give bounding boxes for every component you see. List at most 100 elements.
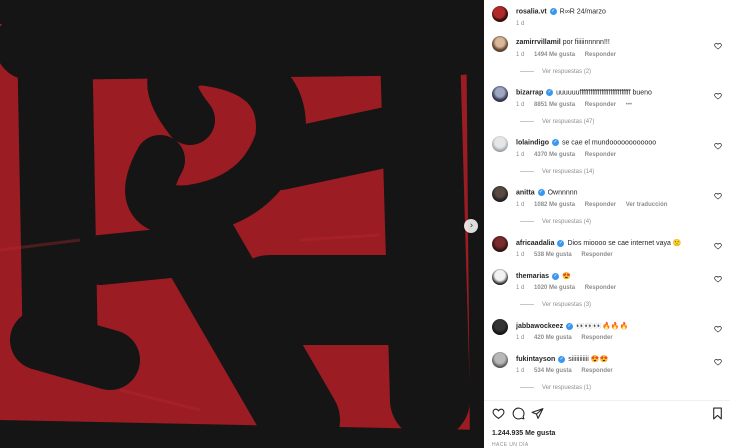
commenter-avatar[interactable] [492,236,508,252]
comment-body: jabbawockeez ✓ 👀👀👀🔥🔥🔥 [516,322,628,330]
commenter-avatar[interactable] [492,36,508,52]
comment-username[interactable]: africaadalia [516,240,555,247]
comment-text: se cae el mundoooooooooooo [561,139,657,147]
post-image[interactable] [0,0,484,448]
comment-time[interactable]: 1 d [516,285,524,291]
comment-time[interactable]: 1 d [516,52,524,58]
comment-likes[interactable]: 8851 Me gusta [534,102,575,108]
commenter-avatar[interactable] [492,319,508,335]
comment-meta: 1 d 1082 Me gusta Responder Ver traducci… [516,202,675,208]
comment-text: Ownnnnn [547,189,578,197]
commenter-avatar[interactable] [492,269,508,285]
heart-icon[interactable] [492,407,505,420]
comment-likes[interactable]: 420 Me gusta [534,335,572,341]
verified-icon: ✓ [552,139,560,146]
comment-likes[interactable]: 1020 Me gusta [534,285,575,291]
view-replies-button[interactable]: Ver respuestas (3) [520,302,591,308]
verified-icon: ✓ [552,272,560,280]
comment-meta: 1 d 1494 Me gusta Responder [516,52,624,58]
comment-text: 👀👀👀🔥🔥🔥 [575,323,629,330]
comment-likes[interactable]: 1082 Me gusta [534,202,575,208]
view-replies-button[interactable]: Ver respuestas (47) [520,119,594,125]
more-options-icon[interactable]: ••• [626,102,632,108]
comment-text: Dios mioooo se cae internet vaya 🙁 [567,240,682,247]
post-time: 1 d [516,21,525,27]
reply-button[interactable]: Responder [581,335,612,341]
author-avatar[interactable] [492,6,508,22]
caption-line: rosalia.vt ✓ R∞R 24/marzo [516,8,606,15]
next-slide-button[interactable]: › [464,219,478,233]
comment-time[interactable]: 1 d [516,202,524,208]
heart-icon[interactable] [714,358,722,366]
reply-button[interactable]: Responder [585,102,616,108]
heart-icon[interactable] [714,192,722,200]
comment-likes[interactable]: 534 Me gusta [534,368,572,374]
view-replies-button[interactable]: Ver respuestas (2) [520,69,591,75]
comment-time[interactable]: 1 d [516,368,524,374]
comment-likes[interactable]: 4370 Me gusta [534,152,575,158]
commenter-avatar[interactable] [492,186,508,202]
verified-icon: ✓ [557,239,565,247]
comment-meta: 1 d 4370 Me gusta Responder [516,152,624,158]
heart-icon[interactable] [714,325,722,333]
comment-meta: 1 d 534 Me gusta Responder [516,368,621,374]
comment-username[interactable]: zamirrvillamil [516,39,561,46]
comment-username[interactable]: anitta [516,189,535,196]
comment-username[interactable]: fukintayson [516,356,555,363]
like-count[interactable]: 1.244.935 Me gusta [492,430,555,437]
post-actions: 1.244.935 Me gusta HACE UN DÍA [484,400,730,448]
verified-icon: ✓ [549,8,557,15]
comment-text: uuuuuuffffffffffffffffffffffffffff bueno [556,89,652,97]
commenter-avatar[interactable] [492,136,508,152]
reply-button[interactable]: Responder [581,252,612,258]
comment-time[interactable]: 1 d [516,102,524,108]
comment-body: africaadalia ✓ Dios mioooo se cae intern… [516,239,682,247]
share-icon[interactable] [531,407,544,420]
comments-panel: rosalia.vt ✓ R∞R 24/marzo 1 d zamirrvill… [484,0,730,448]
comment-body: lolaindigo ✓ se cae el mundoooooooooooo [516,139,656,146]
verified-icon: ✓ [566,322,574,330]
comment-username[interactable]: bizarrap [516,89,543,96]
artwork [0,0,484,448]
comment-likes[interactable]: 1494 Me gusta [534,52,575,58]
comment-username[interactable]: jabbawockeez [516,323,563,330]
heart-icon[interactable] [714,242,722,250]
comment-time[interactable]: 1 d [516,335,524,341]
comment-meta: 1 d 538 Me gusta Responder [516,252,621,258]
heart-icon[interactable] [714,275,722,283]
chevron-right-icon: › [469,220,474,231]
comment-body: anitta ✓ Ownnnnn [516,189,578,196]
comment-body: themarias ✓ 😍 [516,272,571,280]
bookmark-icon[interactable] [711,407,724,420]
post-caption: R∞R 24/marzo [559,8,606,16]
author-username[interactable]: rosalia.vt [516,8,547,15]
heart-icon[interactable] [714,42,722,50]
reply-button[interactable]: Responder [585,52,616,58]
post-date: HACE UN DÍA [492,442,529,448]
view-replies-button[interactable]: Ver respuestas (14) [520,169,594,175]
comment-username[interactable]: themarias [516,273,549,280]
comment-text: por fiiiiinnnnn!!! [562,39,610,46]
post-header: rosalia.vt ✓ R∞R 24/marzo 1 d [492,6,722,32]
comment-time[interactable]: 1 d [516,252,524,258]
heart-icon[interactable] [714,92,722,100]
heart-icon[interactable] [714,142,722,150]
comment-icon[interactable] [512,407,525,420]
comment-body: fukintayson ✓ siiiiiiiiiii 😍😍 [516,355,608,363]
commenter-avatar[interactable] [492,86,508,102]
comment-meta: 1 d 8851 Me gusta Responder ••• [516,102,640,108]
reply-button[interactable]: Responder [585,152,616,158]
comment-time[interactable]: 1 d [516,152,524,158]
comment-body: zamirrvillamil por fiiiiinnnnn!!! [516,39,610,46]
comment-likes[interactable]: 538 Me gusta [534,252,572,258]
see-translation-button[interactable]: Ver traducción [626,202,668,208]
reply-button[interactable]: Responder [581,368,612,374]
reply-button[interactable]: Responder [585,202,616,208]
view-replies-button[interactable]: Ver respuestas (4) [520,219,591,225]
comment-text: 😍 [561,273,571,280]
view-replies-button[interactable]: Ver respuestas (1) [520,385,591,391]
reply-button[interactable]: Responder [585,285,616,291]
comment-username[interactable]: lolaindigo [516,139,549,146]
commenter-avatar[interactable] [492,352,508,368]
comment-text: siiiiiiiiiii 😍😍 [568,356,609,363]
